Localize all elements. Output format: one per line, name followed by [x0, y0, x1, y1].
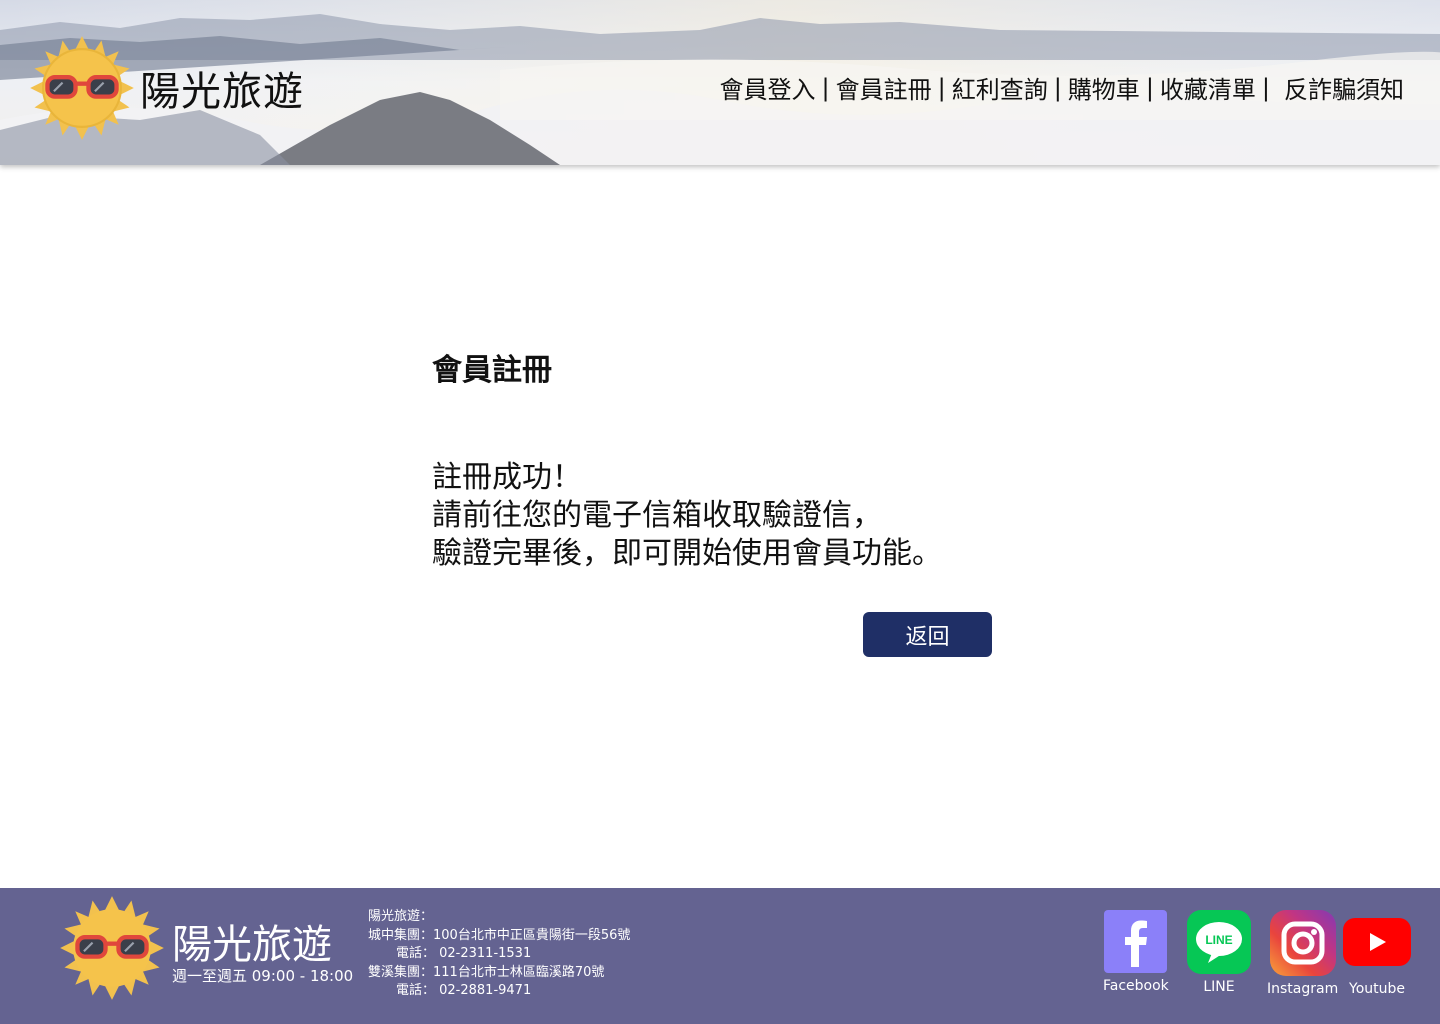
footer-branch-address: 城中集團：100台北市中正區貴陽街一段56號 [368, 927, 631, 943]
success-message-line: 驗證完畢後，即可開始使用會員功能。 [432, 536, 942, 571]
sun-sunglasses-logo-icon [30, 36, 134, 140]
footer-contact-info: 陽光旅遊： 城中集團：100台北市中正區貴陽街一段56號 電話： 02-2311… [368, 908, 630, 1001]
social-instagram-link[interactable]: Instagram [1267, 910, 1338, 997]
registration-result-panel: 會員註冊 註冊成功！ 請前往您的電子信箱收取驗證信， 驗證完畢後，即可開始使用會… [432, 345, 992, 657]
nav-member-login[interactable]: 會員登入 [720, 70, 816, 105]
social-line-link[interactable]: LINE LINE [1187, 910, 1251, 995]
success-message-line: 請前往您的電子信箱收取驗證信， [432, 498, 882, 533]
back-button[interactable]: 返回 [863, 612, 992, 657]
page-title: 會員註冊 [432, 353, 552, 388]
footer-brand-name: 陽光旅遊 [172, 922, 332, 968]
brand-name: 陽光旅遊 [140, 69, 304, 115]
nav-separator: | [821, 73, 830, 102]
nav-separator: | [1053, 73, 1062, 102]
social-facebook-link[interactable]: Facebook [1103, 910, 1169, 994]
nav-favorites[interactable]: 收藏清單 [1160, 70, 1256, 105]
nav-member-register[interactable]: 會員註冊 [836, 70, 932, 105]
sun-sunglasses-logo-icon [60, 896, 164, 1000]
nav-anti-fraud[interactable]: 反詐騙須知 [1284, 70, 1404, 105]
nav-bonus-query[interactable]: 紅利查詢 [952, 70, 1048, 105]
success-message: 註冊成功！ 請前往您的電子信箱收取驗證信， 驗證完畢後，即可開始使用會員功能。 [432, 459, 992, 573]
brand-logo[interactable]: 陽光旅遊 [28, 34, 304, 142]
footer-branch-phone: 電話： 02-2311-1531 [396, 946, 532, 961]
social-youtube-link[interactable]: Youtube [1343, 910, 1411, 997]
social-label: Instagram [1267, 981, 1339, 997]
footer-info-title: 陽光旅遊： [368, 909, 434, 924]
site-footer: 陽光旅遊 週一至週五 09:00 - 18:00 陽光旅遊： 城中集團：100台… [0, 888, 1440, 1024]
social-label: Youtube [1349, 981, 1405, 997]
svg-text:LINE: LINE [1205, 933, 1232, 947]
success-message-line: 註冊成功！ [432, 460, 582, 495]
nav-shopping-cart[interactable]: 購物車 [1068, 70, 1140, 105]
nav-separator: | [1145, 73, 1154, 102]
top-navigation: 會員登入 | 會員註冊 | 紅利查詢 | 購物車 | 收藏清單 | 反詐騙須知 [720, 70, 1404, 105]
footer-branch-phone: 電話： 02-2881-9471 [396, 983, 532, 998]
site-header: 陽光旅遊 會員登入 | 會員註冊 | 紅利查詢 | 購物車 | 收藏清單 | 反… [0, 0, 1440, 165]
nav-separator: | [1261, 73, 1270, 102]
instagram-icon [1269, 910, 1336, 976]
nav-separator: | [937, 73, 946, 102]
social-label: LINE [1203, 979, 1235, 995]
footer-business-hours: 週一至週五 09:00 - 18:00 [172, 967, 354, 985]
youtube-icon [1343, 918, 1411, 966]
line-icon: LINE [1187, 910, 1251, 974]
footer-branch-address: 雙溪集團：111台北市士林區臨溪路70號 [368, 964, 605, 980]
social-label: Facebook [1103, 978, 1169, 994]
facebook-icon [1104, 910, 1168, 973]
